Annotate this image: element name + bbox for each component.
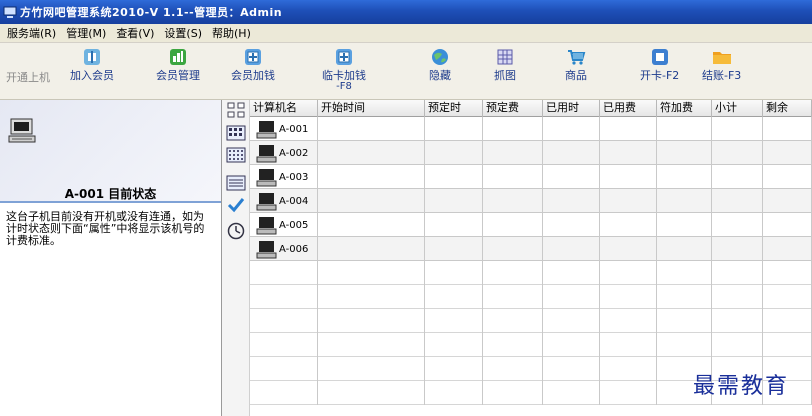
empty-row bbox=[250, 309, 812, 333]
member-manage-label: 会员管理 bbox=[156, 69, 200, 82]
open-machine-label: 开通上机 bbox=[6, 71, 50, 84]
menu-manage[interactable]: 管理(M) bbox=[61, 25, 111, 41]
app-icon bbox=[3, 6, 17, 18]
table-row[interactable]: A-005 bbox=[250, 213, 812, 237]
open-card-label: 开卡-F2 bbox=[640, 69, 680, 82]
column-header[interactable]: 计算机名 bbox=[250, 100, 318, 117]
screenshot-label: 抓图 bbox=[494, 69, 516, 82]
member-manage-icon bbox=[170, 49, 186, 65]
computer-name-cell: A-001 bbox=[250, 117, 318, 141]
status-panel: A-001 目前状态 这台子机目前没有开机或没有连通，如为计时状态则下面“属性”… bbox=[0, 100, 222, 416]
table-row[interactable]: A-004 bbox=[250, 189, 812, 213]
computer-name: A-003 bbox=[279, 171, 309, 183]
column-header[interactable]: 开始时间 bbox=[318, 100, 425, 117]
grid-header: 计算机名 开始时间 预定时 预定费 已用时 已用费 符加费 小计 剩余 bbox=[250, 100, 812, 117]
folder-icon bbox=[712, 52, 731, 64]
computer-name: A-006 bbox=[279, 243, 309, 255]
column-header[interactable]: 小计 bbox=[712, 100, 763, 117]
open-machine-button[interactable]: 开通上机 bbox=[6, 72, 50, 84]
table-row[interactable]: A-006 bbox=[250, 237, 812, 261]
large-icons-view-icon[interactable] bbox=[226, 124, 246, 142]
hide-label: 隐藏 bbox=[429, 69, 451, 82]
table-row[interactable]: A-003 bbox=[250, 165, 812, 189]
temp-card-add-money-button[interactable]: 临卡加钱 -F8 bbox=[322, 47, 366, 92]
computer-name-cell: A-004 bbox=[250, 189, 318, 213]
table-row[interactable]: A-001 bbox=[250, 117, 812, 141]
computer-icon bbox=[256, 168, 277, 186]
add-money-icon bbox=[245, 49, 261, 65]
temp-card-icon bbox=[336, 49, 352, 65]
computer-icon bbox=[256, 216, 277, 234]
computer-icon bbox=[256, 144, 277, 162]
member-add-money-button[interactable]: 会员加钱 bbox=[231, 47, 275, 82]
computer-name-cell: A-005 bbox=[250, 213, 318, 237]
column-header[interactable]: 符加费 bbox=[657, 100, 712, 117]
grid-body: A-001 A-002 A-003 A-004 A-005 A-006 bbox=[250, 117, 812, 405]
tree-view-icon[interactable] bbox=[226, 101, 246, 119]
column-header[interactable]: 已用费 bbox=[600, 100, 657, 117]
checkout-label: 结账-F3 bbox=[702, 69, 742, 82]
empty-row bbox=[250, 285, 812, 309]
title-bar: 方竹网吧管理系统2010-V 1.1--管理员：Admin bbox=[0, 0, 812, 24]
add-member-button[interactable]: 加入会员 bbox=[70, 47, 114, 82]
cart-icon bbox=[568, 50, 586, 65]
computer-name: A-002 bbox=[279, 147, 309, 159]
computer-name-cell: A-002 bbox=[250, 141, 318, 165]
temp-card-shortcut: -F8 bbox=[336, 81, 352, 92]
status-panel-header: A-001 目前状态 bbox=[0, 100, 221, 203]
goods-label: 商品 bbox=[565, 69, 587, 82]
watermark: 最需教育 bbox=[693, 374, 790, 399]
computer-name: A-004 bbox=[279, 195, 309, 207]
add-member-label: 加入会员 bbox=[70, 69, 114, 82]
menu-help[interactable]: 帮助(H) bbox=[207, 25, 256, 41]
table-row[interactable]: A-002 bbox=[250, 141, 812, 165]
computer-name-cell: A-006 bbox=[250, 237, 318, 261]
empty-row bbox=[250, 261, 812, 285]
open-card-icon bbox=[651, 49, 668, 65]
status-title: A-001 目前状态 bbox=[64, 187, 157, 201]
clock-icon[interactable] bbox=[226, 222, 246, 240]
menu-server[interactable]: 服务端(R) bbox=[2, 25, 61, 41]
computer-name: A-001 bbox=[279, 123, 309, 135]
add-member-icon bbox=[84, 49, 100, 65]
column-header[interactable]: 剩余 bbox=[763, 100, 812, 117]
screenshot-icon bbox=[497, 49, 513, 65]
checkout-button[interactable]: 结账-F3 bbox=[702, 47, 741, 82]
goods-button[interactable]: 商品 bbox=[565, 47, 587, 82]
menu-view[interactable]: 查看(V) bbox=[111, 25, 159, 41]
computer-icon bbox=[8, 118, 36, 143]
computer-name-cell: A-003 bbox=[250, 165, 318, 189]
view-icon-strip bbox=[222, 100, 250, 416]
member-add-money-label: 会员加钱 bbox=[231, 69, 275, 82]
menu-bar: 服务端(R) 管理(M) 查看(V) 设置(S) 帮助(H) bbox=[0, 24, 812, 43]
member-manage-button[interactable]: 会员管理 bbox=[156, 47, 200, 82]
screenshot-button[interactable]: 抓图 bbox=[494, 47, 516, 82]
check-icon[interactable] bbox=[226, 196, 246, 214]
globe-icon bbox=[432, 49, 448, 65]
open-card-button[interactable]: 开卡-F2 bbox=[640, 47, 679, 82]
list-view-icon[interactable] bbox=[226, 174, 246, 192]
status-description: 这台子机目前没有开机或没有连通，如为计时状态则下面“属性”中将显示该机号的计费标… bbox=[6, 210, 205, 247]
computer-icon bbox=[256, 240, 277, 258]
computer-name: A-005 bbox=[279, 219, 309, 231]
column-header[interactable]: 已用时 bbox=[543, 100, 600, 117]
computer-icon bbox=[256, 192, 277, 210]
toolbar: 开通上机 加入会员 会员管理 会员加钱 临卡加钱 -F8 隐藏 抓图 商品 开卡… bbox=[0, 43, 812, 100]
small-icons-view-icon[interactable] bbox=[226, 146, 246, 164]
column-header[interactable]: 预定费 bbox=[483, 100, 543, 117]
column-header[interactable]: 预定时 bbox=[425, 100, 483, 117]
menu-settings[interactable]: 设置(S) bbox=[159, 25, 207, 41]
window-title: 方竹网吧管理系统2010-V 1.1--管理员：Admin bbox=[20, 6, 283, 19]
empty-row bbox=[250, 333, 812, 357]
hide-button[interactable]: 隐藏 bbox=[429, 47, 451, 82]
computer-icon bbox=[256, 120, 277, 138]
